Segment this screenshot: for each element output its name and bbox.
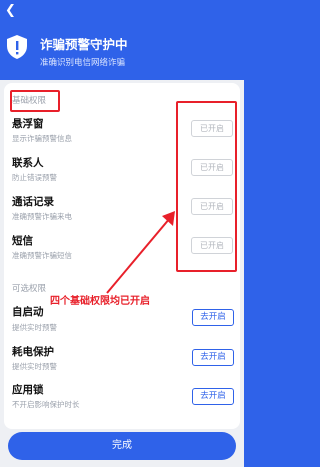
item-sub-autostart: 提供实时预警 xyxy=(12,323,57,332)
section-label-optional: 可选权限 xyxy=(12,284,47,294)
annotation-text: 四个基础权限均已开启 xyxy=(50,296,150,307)
header-subtitle: 准确识别电信网络诈骗 xyxy=(40,58,126,68)
item-sub-sms: 准确预警诈骗短信 xyxy=(12,251,72,260)
item-sub-call-log: 准确预警诈骗来电 xyxy=(12,212,72,221)
item-title-autostart: 自启动 xyxy=(12,306,44,318)
item-sub-contacts: 防止错误预警 xyxy=(12,173,57,182)
enable-app-lock-button[interactable]: 去开启 xyxy=(192,388,234,405)
item-title-battery: 耗电保护 xyxy=(12,346,54,358)
item-sub-battery: 提供实时预警 xyxy=(12,362,57,371)
header-title: 诈骗预警守护中 xyxy=(40,37,128,52)
item-title-float-window: 悬浮窗 xyxy=(12,118,44,130)
enable-battery-protection-button[interactable]: 去开启 xyxy=(192,349,234,366)
done-button[interactable]: 完成 xyxy=(8,432,236,460)
shield-icon xyxy=(7,35,27,59)
item-sub-app-lock: 不开启影响保护时长 xyxy=(12,400,80,409)
item-title-contacts: 联系人 xyxy=(12,157,44,169)
item-title-call-log: 通话记录 xyxy=(12,196,54,208)
item-sub-float-window: 显示诈骗预警信息 xyxy=(12,134,72,143)
item-title-sms: 短信 xyxy=(12,235,33,247)
item-title-app-lock: 应用锁 xyxy=(12,384,44,396)
highlight-basic-label xyxy=(10,90,60,112)
highlight-status-buttons xyxy=(176,101,237,272)
enable-autostart-button[interactable]: 去开启 xyxy=(192,309,234,326)
back-icon[interactable]: ❮ xyxy=(5,4,19,18)
